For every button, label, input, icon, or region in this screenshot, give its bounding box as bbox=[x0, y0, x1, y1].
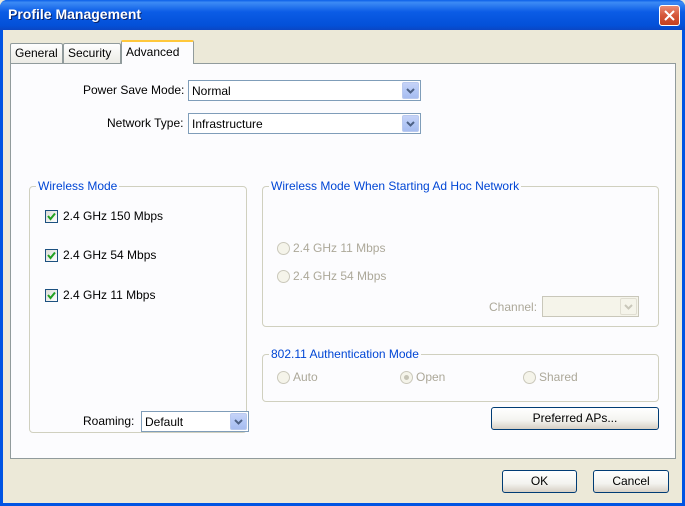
auth-mode-group: 802.11 Authentication Mode Auto Open Sha… bbox=[262, 347, 659, 402]
auth-mode-legend: 802.11 Authentication Mode bbox=[269, 347, 421, 361]
roaming-dropdown-button[interactable] bbox=[230, 413, 247, 430]
checkmark-icon bbox=[47, 212, 56, 221]
adhoc-mode-legend: Wireless Mode When Starting Ad Hoc Netwo… bbox=[269, 179, 522, 193]
title-bar[interactable]: Profile Management bbox=[0, 0, 685, 30]
power-save-label: Power Save Mode: bbox=[83, 83, 185, 97]
radio-selected-dot bbox=[404, 375, 409, 380]
checkbox-54mbps[interactable] bbox=[45, 249, 58, 262]
chevron-down-icon bbox=[624, 304, 633, 310]
cancel-button[interactable]: Cancel bbox=[593, 470, 669, 493]
checkbox-150mbps-label[interactable]: 2.4 GHz 150 Mbps bbox=[63, 209, 163, 223]
tab-advanced[interactable]: Advanced bbox=[121, 40, 194, 64]
channel-select[interactable] bbox=[542, 296, 639, 317]
radio-auth-open-label: Open bbox=[416, 370, 446, 384]
radio-adhoc-54mbps-label: 2.4 GHz 54 Mbps bbox=[293, 269, 387, 283]
chevron-down-icon bbox=[406, 121, 415, 127]
network-type-value: Infrastructure bbox=[192, 117, 263, 131]
wireless-mode-legend: Wireless Mode bbox=[36, 179, 120, 193]
radio-adhoc-11mbps-label: 2.4 GHz 11 Mbps bbox=[293, 241, 386, 255]
power-save-value: Normal bbox=[192, 84, 231, 98]
chevron-down-icon bbox=[406, 88, 415, 94]
roaming-select[interactable]: Default bbox=[141, 411, 249, 432]
radio-auth-open[interactable] bbox=[400, 371, 413, 384]
roaming-label: Roaming: bbox=[83, 414, 135, 428]
radio-adhoc-54mbps[interactable] bbox=[277, 270, 290, 283]
radio-auth-shared[interactable] bbox=[523, 371, 536, 384]
network-type-select[interactable]: Infrastructure bbox=[188, 113, 421, 134]
tab-general[interactable]: General bbox=[10, 43, 63, 63]
dialog-client: General Security Advanced Power Save Mod… bbox=[3, 30, 682, 503]
checkmark-icon bbox=[47, 291, 56, 300]
roaming-value: Default bbox=[145, 415, 184, 429]
checkbox-11mbps[interactable] bbox=[45, 289, 58, 302]
channel-label: Channel: bbox=[489, 300, 538, 314]
radio-auth-auto[interactable] bbox=[277, 371, 290, 384]
wireless-mode-group: Wireless Mode 2.4 GHz 150 Mbps 2.4 GHz 5… bbox=[29, 179, 247, 433]
power-save-select[interactable]: Normal bbox=[188, 80, 421, 101]
close-button[interactable] bbox=[659, 5, 680, 26]
checkbox-150mbps[interactable] bbox=[45, 210, 58, 223]
network-type-label: Network Type: bbox=[107, 116, 184, 130]
preferred-aps-button[interactable]: Preferred APs... bbox=[491, 407, 659, 430]
radio-auth-shared-label: Shared bbox=[539, 370, 578, 384]
dialog-window: Profile Management General Security Adva… bbox=[0, 0, 685, 506]
adhoc-mode-group: Wireless Mode When Starting Ad Hoc Netwo… bbox=[262, 179, 659, 327]
radio-auth-auto-label: Auto bbox=[293, 370, 318, 384]
advanced-panel: Power Save Mode: Normal Network Type: In… bbox=[10, 63, 676, 459]
close-icon bbox=[664, 10, 675, 21]
chevron-down-icon bbox=[234, 419, 243, 425]
checkmark-icon bbox=[47, 251, 56, 260]
window-title: Profile Management bbox=[8, 6, 142, 22]
radio-adhoc-11mbps[interactable] bbox=[277, 242, 290, 255]
power-save-dropdown-button[interactable] bbox=[402, 82, 419, 99]
channel-dropdown-button[interactable] bbox=[620, 298, 637, 315]
ok-button[interactable]: OK bbox=[502, 470, 577, 493]
network-type-dropdown-button[interactable] bbox=[402, 115, 419, 132]
checkbox-11mbps-label[interactable]: 2.4 GHz 11 Mbps bbox=[63, 288, 155, 302]
tab-security[interactable]: Security bbox=[63, 43, 121, 63]
checkbox-54mbps-label[interactable]: 2.4 GHz 54 Mbps bbox=[63, 248, 156, 262]
